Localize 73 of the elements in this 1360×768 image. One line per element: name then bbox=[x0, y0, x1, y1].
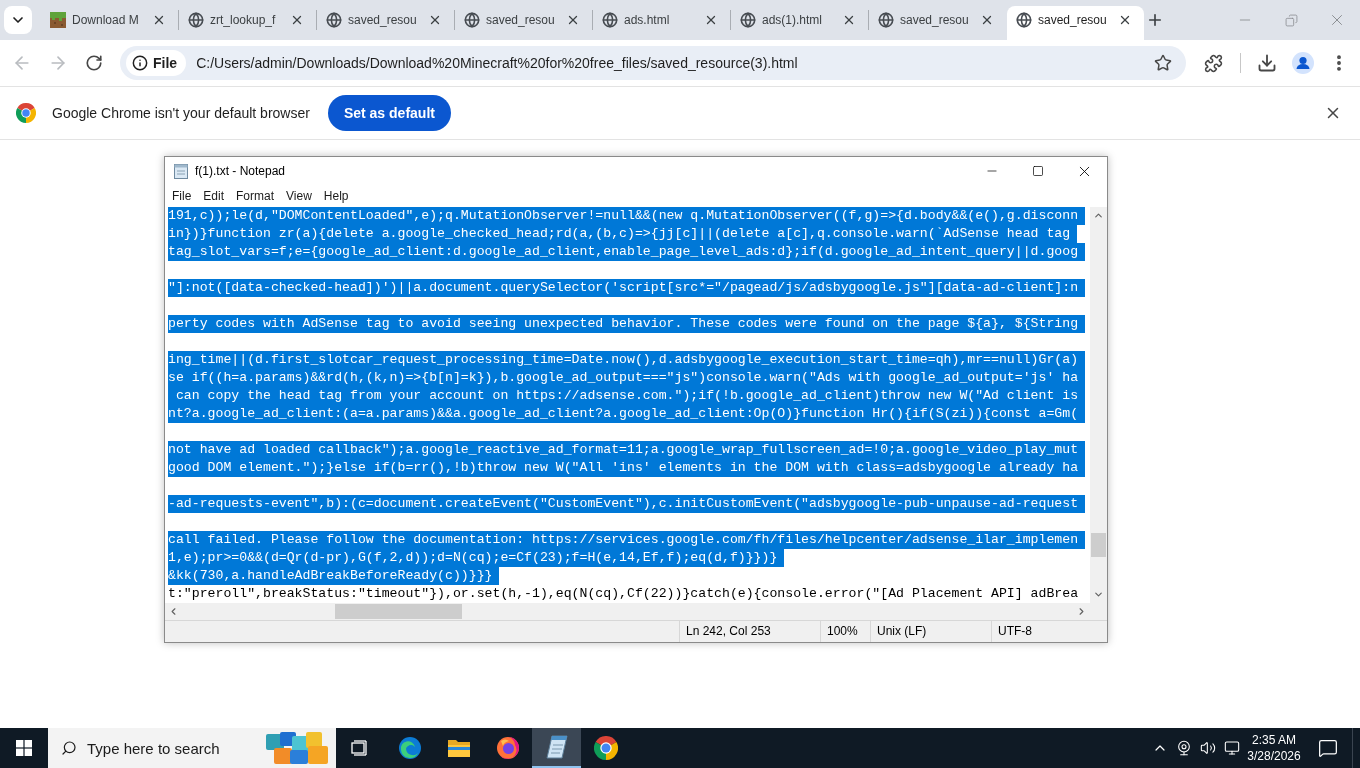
notepad-icon bbox=[173, 163, 189, 179]
close-icon[interactable] bbox=[1118, 13, 1132, 27]
browser-tab[interactable]: zrt_lookup_f bbox=[179, 6, 316, 40]
close-icon[interactable] bbox=[290, 13, 304, 27]
browser-tab[interactable]: saved_resou bbox=[455, 6, 592, 40]
reload-icon[interactable] bbox=[85, 54, 103, 72]
edge-logo-icon bbox=[397, 736, 422, 760]
globe-icon bbox=[464, 12, 480, 28]
globe-icon bbox=[878, 12, 894, 28]
horizontal-scrollbar[interactable] bbox=[165, 603, 1107, 620]
clock-button[interactable]: 2:35 AM 3/28/2026 bbox=[1244, 728, 1304, 768]
globe-icon bbox=[1016, 12, 1032, 28]
webcam-icon[interactable] bbox=[1176, 740, 1192, 756]
menu-item[interactable]: Help bbox=[317, 185, 355, 207]
close-icon[interactable] bbox=[704, 13, 718, 27]
info-icon bbox=[132, 55, 148, 71]
globe-icon bbox=[740, 12, 756, 28]
grass-block-icon bbox=[50, 12, 66, 28]
notepad-icon bbox=[545, 735, 568, 759]
puzzle-icon[interactable] bbox=[1203, 53, 1223, 73]
close-icon[interactable] bbox=[842, 13, 856, 27]
address-bar[interactable]: File C:/Users/admin/Downloads/Download%20Minecraft%20for%20free_files/saved_resource(3).html bbox=[120, 46, 1186, 80]
new-tab-icon[interactable] bbox=[1146, 11, 1164, 29]
chrome-logo-icon bbox=[16, 103, 36, 123]
monitor-icon[interactable] bbox=[1224, 740, 1240, 756]
menu-item[interactable]: Format bbox=[230, 185, 281, 207]
close-icon[interactable] bbox=[152, 13, 166, 27]
close-icon[interactable] bbox=[566, 13, 580, 27]
browser-tab[interactable]: saved_resou bbox=[869, 6, 1006, 40]
browser-tab[interactable]: ads(1).html bbox=[731, 6, 868, 40]
chrome-logo-icon bbox=[593, 736, 618, 760]
close-icon[interactable] bbox=[428, 13, 442, 27]
globe-icon bbox=[602, 12, 618, 28]
code-line: t:"preroll",breakStatus:"timeout"}),or.set(h,-1),eq(N(cq),Cf(22))}catch(e){console.error("[Ad Placement API] adBrea bbox=[168, 585, 1080, 603]
browser-tab[interactable]: saved_resou bbox=[317, 6, 454, 40]
browser-tab[interactable]: saved_resou bbox=[1007, 6, 1144, 40]
star-icon[interactable] bbox=[1154, 54, 1172, 72]
download-icon[interactable] bbox=[1257, 53, 1277, 73]
firefox-logo-icon bbox=[495, 736, 520, 760]
tab-search-button[interactable] bbox=[4, 6, 32, 34]
task-view-icon[interactable] bbox=[351, 740, 369, 756]
browser-tab[interactable]: ads.html bbox=[593, 6, 730, 40]
set-default-button[interactable]: Set as default bbox=[327, 95, 451, 131]
status-text: UTF-8 bbox=[991, 621, 1107, 642]
menu-item[interactable]: File bbox=[166, 185, 198, 207]
notification-icon[interactable] bbox=[1318, 738, 1338, 758]
status-text: Ln 242, Col 253 bbox=[679, 621, 820, 642]
site-info-button[interactable]: File bbox=[126, 50, 187, 76]
folder-icon bbox=[446, 738, 471, 758]
chevron-down-icon[interactable] bbox=[1093, 589, 1104, 600]
maximize-icon[interactable] bbox=[1032, 165, 1044, 177]
close-icon[interactable] bbox=[980, 13, 994, 27]
globe-icon bbox=[188, 12, 204, 28]
search-bar[interactable]: Type here to search bbox=[48, 728, 336, 768]
scrollbar-thumb[interactable] bbox=[335, 604, 462, 619]
search-input[interactable]: Type here to search bbox=[87, 736, 266, 760]
status-text: Unix (LF) bbox=[870, 621, 991, 642]
url-text: C:/Users/admin/Downloads/Download%20Minecraft%20for%20free_files/saved_resource(3).html bbox=[196, 53, 798, 73]
windows-logo-icon[interactable] bbox=[16, 740, 32, 756]
taskbar-button[interactable] bbox=[532, 728, 581, 768]
infobar-message: Google Chrome isn't your default browser bbox=[52, 103, 310, 123]
window-title: f(1).txt - Notepad bbox=[195, 163, 286, 180]
menu-item[interactable]: Edit bbox=[197, 185, 231, 207]
scrollbar-thumb[interactable] bbox=[1091, 533, 1106, 557]
browser-tab[interactable]: Download M bbox=[41, 6, 178, 40]
menu-item[interactable]: View bbox=[280, 185, 318, 207]
vertical-scrollbar[interactable] bbox=[1090, 207, 1107, 603]
speaker-icon[interactable] bbox=[1200, 740, 1216, 756]
profile-icon[interactable] bbox=[1292, 52, 1314, 74]
globe-icon bbox=[326, 12, 342, 28]
puzzle-pieces-icon bbox=[266, 732, 330, 764]
search-icon bbox=[61, 740, 77, 756]
status-text: 100% bbox=[820, 621, 870, 642]
